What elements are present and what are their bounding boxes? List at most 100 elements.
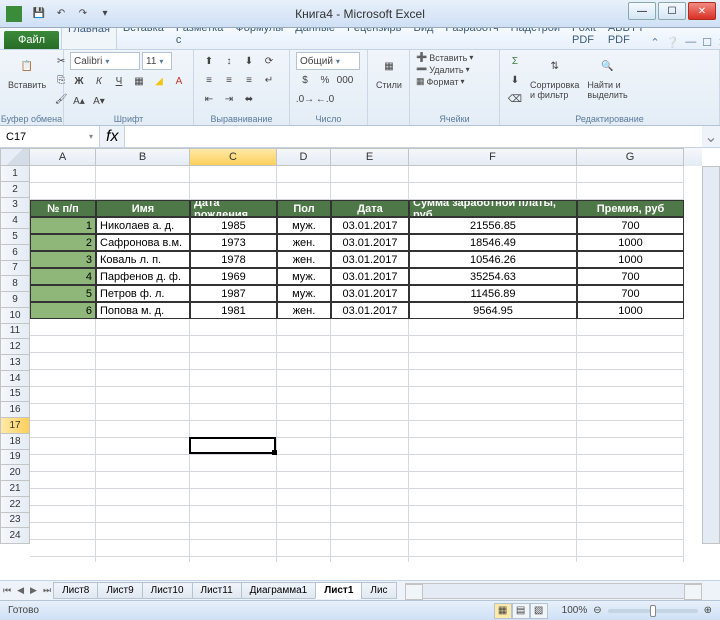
- row-header-11[interactable]: 11: [0, 324, 30, 340]
- cell-G23[interactable]: [577, 540, 684, 557]
- shrink-font-button[interactable]: A▾: [90, 92, 108, 110]
- cell-C8[interactable]: 1987: [190, 285, 277, 302]
- cell-B18[interactable]: [96, 455, 190, 472]
- row-header-9[interactable]: 9: [0, 292, 30, 308]
- autosum-button[interactable]: Σ: [506, 52, 524, 70]
- cell-B3[interactable]: Имя: [96, 200, 190, 217]
- row-header-24[interactable]: 24: [0, 528, 30, 544]
- cell-B10[interactable]: [96, 319, 190, 336]
- cell-C6[interactable]: 1978: [190, 251, 277, 268]
- cell-B16[interactable]: [96, 421, 190, 438]
- cell-A18[interactable]: [30, 455, 96, 472]
- cell-D9[interactable]: жен.: [277, 302, 331, 319]
- align-left-button[interactable]: ≡: [200, 71, 218, 89]
- row-header-19[interactable]: 19: [0, 450, 30, 466]
- col-header-G[interactable]: G: [577, 148, 684, 166]
- cell-B2[interactable]: [96, 183, 190, 200]
- row-header-23[interactable]: 23: [0, 513, 30, 529]
- cell-B21[interactable]: [96, 506, 190, 523]
- cell-E9[interactable]: 03.01.2017: [331, 302, 409, 319]
- cell-B11[interactable]: [96, 336, 190, 353]
- cell-D6[interactable]: жен.: [277, 251, 331, 268]
- cell-C16[interactable]: [190, 421, 277, 438]
- cell-B19[interactable]: [96, 472, 190, 489]
- cell-A7[interactable]: 4: [30, 268, 96, 285]
- sheet-nav-last[interactable]: ⏭: [40, 585, 54, 596]
- doc-minimize-icon[interactable]: —: [685, 36, 696, 49]
- zoom-in-button[interactable]: ⊕: [704, 605, 712, 616]
- cell-A5[interactable]: 2: [30, 234, 96, 251]
- insert-button[interactable]: ➕Вставить▾: [416, 52, 473, 63]
- sheet-tab-5[interactable]: Лист1: [315, 582, 362, 599]
- row-header-12[interactable]: 12: [0, 339, 30, 355]
- cell-A20[interactable]: [30, 489, 96, 506]
- cell-G17[interactable]: [577, 438, 684, 455]
- sheet-tab-4[interactable]: Диаграмма1: [241, 582, 317, 599]
- cell-F13[interactable]: [409, 370, 577, 387]
- cell-E4[interactable]: 03.01.2017: [331, 217, 409, 234]
- cell-F8[interactable]: 11456.89: [409, 285, 577, 302]
- cell-E14[interactable]: [331, 387, 409, 404]
- cell-D23[interactable]: [277, 540, 331, 557]
- cell-A21[interactable]: [30, 506, 96, 523]
- cell-C13[interactable]: [190, 370, 277, 387]
- cell-F16[interactable]: [409, 421, 577, 438]
- cell-B5[interactable]: Сафронова в.м.: [96, 234, 190, 251]
- number-format-combo[interactable]: Общий: [296, 52, 360, 70]
- cell-A9[interactable]: 6: [30, 302, 96, 319]
- cell-A12[interactable]: [30, 353, 96, 370]
- cell-E1[interactable]: [331, 166, 409, 183]
- cell-B9[interactable]: Попова м. д.: [96, 302, 190, 319]
- cell-C14[interactable]: [190, 387, 277, 404]
- cell-E22[interactable]: [331, 523, 409, 540]
- cell-G6[interactable]: 1000: [577, 251, 684, 268]
- cell-G13[interactable]: [577, 370, 684, 387]
- cell-D7[interactable]: муж.: [277, 268, 331, 285]
- cell-E11[interactable]: [331, 336, 409, 353]
- cell-C5[interactable]: 1973: [190, 234, 277, 251]
- cell-A24[interactable]: [30, 557, 96, 562]
- cell-C4[interactable]: 1985: [190, 217, 277, 234]
- column-headers[interactable]: ABCDEFG: [30, 148, 702, 166]
- cell-B17[interactable]: [96, 438, 190, 455]
- cell-A10[interactable]: [30, 319, 96, 336]
- cell-B14[interactable]: [96, 387, 190, 404]
- font-name-combo[interactable]: Calibri: [70, 52, 140, 70]
- cell-F15[interactable]: [409, 404, 577, 421]
- cell-F12[interactable]: [409, 353, 577, 370]
- cell-E3[interactable]: Дата: [331, 200, 409, 217]
- cell-A14[interactable]: [30, 387, 96, 404]
- sheet-tab-0[interactable]: Лист8: [53, 582, 98, 599]
- cell-C12[interactable]: [190, 353, 277, 370]
- cell-D11[interactable]: [277, 336, 331, 353]
- cell-B24[interactable]: [96, 557, 190, 562]
- align-right-button[interactable]: ≡: [240, 71, 258, 89]
- cell-F2[interactable]: [409, 183, 577, 200]
- cell-D15[interactable]: [277, 404, 331, 421]
- cell-A4[interactable]: 1: [30, 217, 96, 234]
- row-header-22[interactable]: 22: [0, 497, 30, 513]
- normal-view-button[interactable]: ▦: [494, 603, 512, 619]
- fx-icon[interactable]: fx: [106, 128, 118, 146]
- cell-G1[interactable]: [577, 166, 684, 183]
- cell-C11[interactable]: [190, 336, 277, 353]
- styles-button[interactable]: ▦ Стили: [374, 52, 404, 92]
- cell-D19[interactable]: [277, 472, 331, 489]
- col-header-C[interactable]: C: [190, 148, 277, 166]
- cell-G12[interactable]: [577, 353, 684, 370]
- cell-A8[interactable]: 5: [30, 285, 96, 302]
- col-header-A[interactable]: A: [30, 148, 96, 166]
- maximize-button[interactable]: ☐: [658, 2, 686, 20]
- cell-C9[interactable]: 1981: [190, 302, 277, 319]
- sheet-tab-1[interactable]: Лист9: [97, 582, 142, 599]
- cell-F10[interactable]: [409, 319, 577, 336]
- worksheet-grid[interactable]: ABCDEFG 12345678910111213141516171819202…: [0, 148, 720, 562]
- help-icon[interactable]: ❔: [666, 36, 680, 49]
- cell-C22[interactable]: [190, 523, 277, 540]
- row-header-15[interactable]: 15: [0, 387, 30, 403]
- cell-D10[interactable]: [277, 319, 331, 336]
- fill-button[interactable]: ⬇: [506, 71, 524, 89]
- cell-F4[interactable]: 21556.85: [409, 217, 577, 234]
- cell-G9[interactable]: 1000: [577, 302, 684, 319]
- cell-F6[interactable]: 10546.26: [409, 251, 577, 268]
